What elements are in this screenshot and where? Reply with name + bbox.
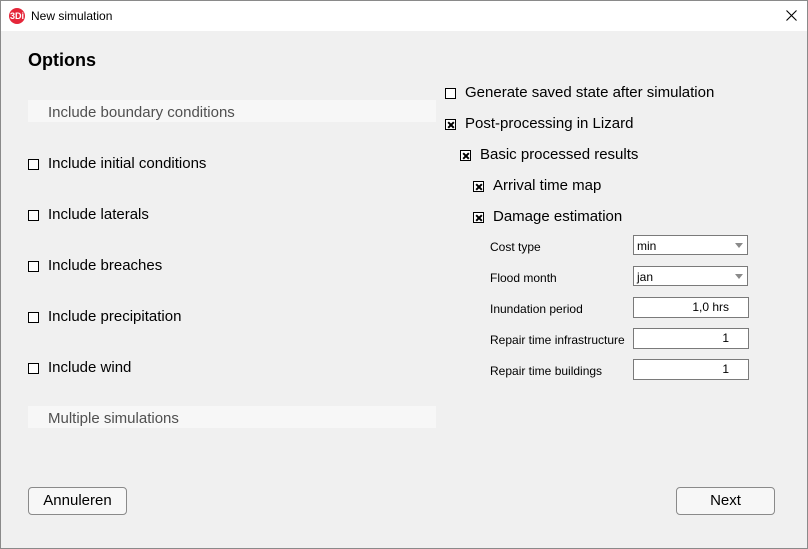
page-title: Options — [28, 50, 96, 70]
checkbox-label: Include wind — [48, 359, 132, 376]
checkbox-box[interactable] — [473, 212, 484, 223]
inundation-period-label: Inundation period — [490, 302, 583, 316]
repair-time-infrastructure-input[interactable]: 1 — [633, 328, 749, 349]
next-button[interactable]: Next — [676, 487, 775, 515]
checkbox-box[interactable] — [28, 363, 39, 374]
close-icon — [785, 10, 797, 21]
checkbox-label: Include precipitation — [48, 308, 182, 325]
checkbox-label: Post-processing in Lizard — [465, 115, 634, 132]
checkbox-label: Generate saved state after simulation — [465, 84, 715, 101]
checkbox-box[interactable] — [445, 88, 456, 99]
checkbox-label: Include initial conditions — [48, 155, 207, 172]
cancel-button[interactable]: Annuleren — [28, 487, 127, 515]
repair-time-buildings-label: Repair time buildings — [490, 364, 603, 378]
checkbox-box[interactable] — [28, 261, 39, 272]
repair-time-infrastructure-label: Repair time infrastructure — [490, 333, 625, 347]
close-button[interactable] — [777, 5, 805, 27]
checkbox-box[interactable] — [445, 119, 456, 130]
boundary-conditions-label: Include boundary conditions — [48, 104, 235, 121]
checkbox-box[interactable] — [473, 181, 484, 192]
app-logo-icon: 3Di — [9, 8, 25, 24]
checkbox-box[interactable] — [28, 210, 39, 221]
checkbox-label: Include breaches — [48, 257, 163, 274]
checkbox-label: Arrival time map — [493, 177, 602, 194]
window-title: New simulation — [31, 9, 113, 23]
flood-month-select[interactable]: jan — [633, 266, 748, 286]
checkbox-label: Include laterals — [48, 206, 149, 223]
inundation-period-input[interactable]: 1,0 hrs — [633, 297, 749, 318]
repair-time-buildings-input[interactable]: 1 — [633, 359, 749, 380]
chevron-down-icon — [735, 274, 743, 279]
cost-type-label: Cost type — [490, 240, 541, 254]
multiple-simulations-label: Multiple simulations — [48, 410, 179, 427]
checkbox-box[interactable] — [460, 150, 471, 161]
flood-month-label: Flood month — [490, 271, 557, 285]
flood-month-value: jan — [637, 270, 654, 284]
checkbox-box[interactable] — [28, 159, 39, 170]
checkbox-label: Damage estimation — [493, 208, 623, 225]
checkbox-label: Basic processed results — [480, 146, 639, 163]
title-bar: 3Di New simulation — [1, 1, 807, 31]
chevron-down-icon — [735, 243, 743, 248]
cost-type-select[interactable]: min — [633, 235, 748, 255]
checkbox-box[interactable] — [28, 312, 39, 323]
cost-type-value: min — [637, 239, 657, 253]
dialog-window: 3Di New simulation Options Include bound… — [0, 0, 808, 549]
